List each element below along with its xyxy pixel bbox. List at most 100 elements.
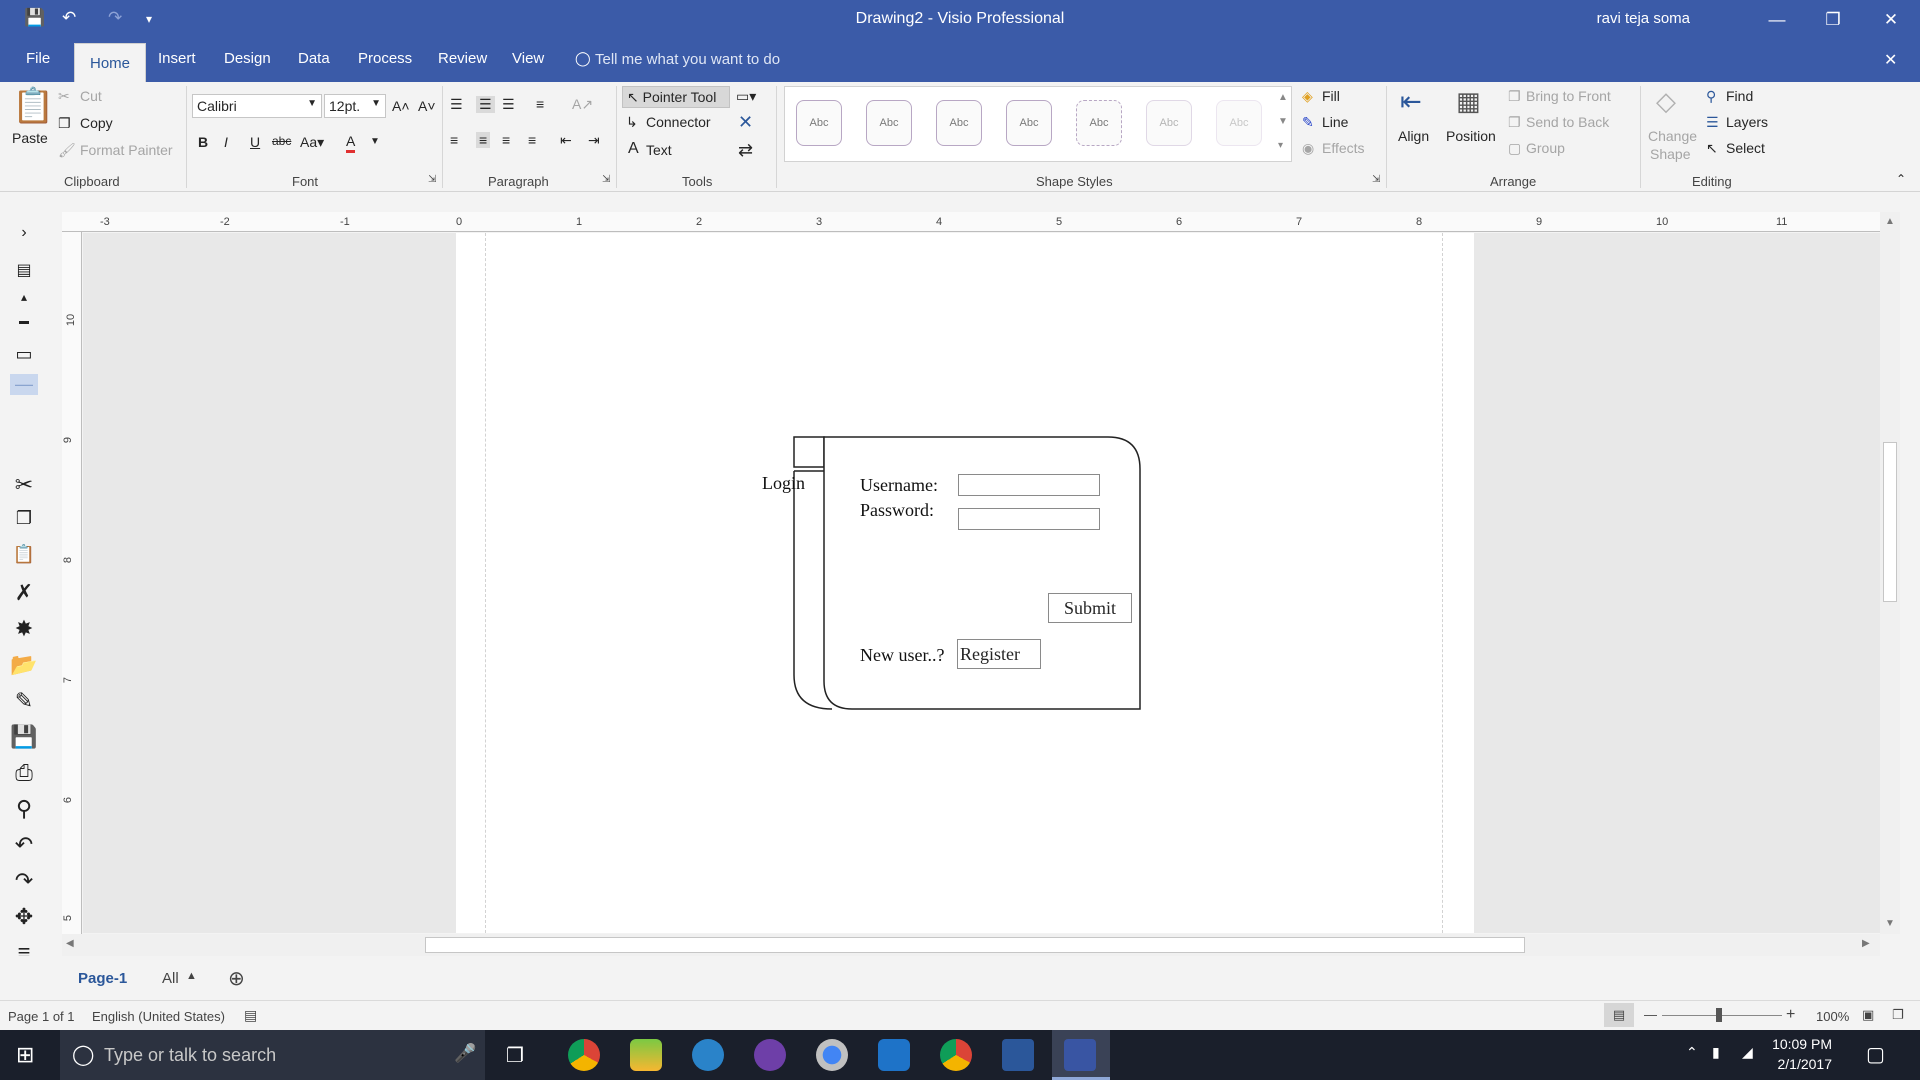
password-input[interactable]	[958, 508, 1100, 530]
align-bottom-icon[interactable]: ☰	[502, 96, 515, 113]
font-size-select[interactable]: 12pt. ▼	[324, 94, 386, 118]
group-icon[interactable]: ▢	[1508, 140, 1521, 157]
align-top-icon[interactable]: ☰	[450, 96, 463, 113]
wifi-icon[interactable]: ◢	[1742, 1044, 1753, 1061]
rstudio-icon[interactable]	[692, 1039, 724, 1071]
show-hidden-icons[interactable]: ⌃	[1686, 1044, 1698, 1061]
register-button[interactable]: Register	[957, 639, 1041, 669]
text-tool-button[interactable]: Text	[646, 142, 672, 158]
macro-record-icon[interactable]: ▤	[244, 1007, 257, 1024]
collapse-ribbon-icon[interactable]: ⌃	[1896, 172, 1906, 186]
restore-button[interactable]: ❐	[1810, 6, 1856, 34]
dialog-launcher-icon[interactable]: ⇲	[428, 174, 436, 185]
fit-page-icon[interactable]: ▣	[1862, 1007, 1874, 1023]
scroll-up-icon[interactable]: ▲	[1885, 216, 1895, 227]
chevron-down-icon[interactable]: ▼	[370, 136, 380, 147]
align-center-icon[interactable]: ≡	[476, 132, 491, 148]
tab-view[interactable]: View	[512, 50, 544, 67]
strikethrough-icon[interactable]: abc	[272, 134, 291, 148]
select-button[interactable]: Select	[1726, 140, 1765, 156]
vertical-scroll-thumb[interactable]	[1883, 442, 1897, 602]
print-preview-icon[interactable]: ⚲	[10, 796, 38, 822]
tell-me-search[interactable]: Tell me what you want to do	[595, 51, 780, 68]
chrome-icon[interactable]	[940, 1039, 972, 1071]
shape-style-swatch[interactable]: Abc	[866, 100, 912, 146]
text-tool-icon[interactable]: A	[628, 140, 639, 158]
position-button[interactable]: Position	[1446, 128, 1496, 144]
fill-icon[interactable]: ◈	[1302, 88, 1313, 105]
send-to-back-button[interactable]: Send to Back	[1526, 114, 1609, 130]
align-left-icon[interactable]: ≡	[450, 132, 458, 148]
gallery-more-icon[interactable]: ▾	[1278, 140, 1283, 151]
align-button[interactable]: Align	[1398, 128, 1429, 144]
github-icon[interactable]	[754, 1039, 786, 1071]
shape-style-swatch[interactable]: Abc	[1216, 100, 1262, 146]
underline-icon[interactable]: U	[250, 134, 260, 150]
shape-style-swatch[interactable]: Abc	[1076, 100, 1122, 146]
burst-icon[interactable]: ✸	[10, 616, 38, 642]
windows-start-icon[interactable]: ⊞	[16, 1042, 34, 1068]
effects-button[interactable]: Effects	[1322, 140, 1365, 156]
battery-icon[interactable]: ▮	[1712, 1044, 1720, 1061]
justify-icon[interactable]: ≡	[528, 132, 536, 148]
connection-point-icon[interactable]: ✕	[738, 112, 753, 133]
shrink-font-icon[interactable]: A˅	[418, 98, 436, 114]
shape-style-swatch[interactable]: Abc	[1006, 100, 1052, 146]
taskbar-search[interactable]: ◯ Type or talk to search 🎤	[60, 1030, 485, 1080]
paste-icon[interactable]: 📋	[12, 86, 54, 126]
clock-time[interactable]: 10:09 PM	[1772, 1036, 1832, 1052]
line-button[interactable]: Line	[1322, 114, 1348, 130]
edit-icon[interactable]: ✎	[10, 688, 38, 714]
textbox-shape-icon[interactable]: ▭	[10, 344, 38, 365]
zoom-level[interactable]: 100%	[1816, 1009, 1849, 1024]
change-shape-icon[interactable]: ◇	[1656, 86, 1676, 117]
select-icon[interactable]: ↖	[1706, 140, 1718, 157]
layers-icon[interactable]: ☰	[1706, 114, 1719, 131]
close-button[interactable]: ✕	[1868, 6, 1914, 34]
submit-button[interactable]: Submit	[1048, 593, 1132, 623]
delete-icon[interactable]: ✗	[10, 580, 38, 606]
bring-to-front-icon[interactable]: ❐	[1508, 88, 1521, 105]
cut-icon[interactable]: ✂	[10, 472, 38, 498]
find-button[interactable]: Find	[1726, 88, 1753, 104]
rectangle-tool-icon[interactable]: ▭▾	[736, 88, 756, 105]
text-block-icon[interactable]: ⇄	[738, 140, 753, 161]
horizontal-scrollbar[interactable]: ◀ ▶	[62, 934, 1880, 956]
layers-button[interactable]: Layers	[1726, 114, 1768, 130]
minimize-button[interactable]: —	[1754, 6, 1800, 34]
line-shape-icon[interactable]: —	[10, 374, 38, 395]
zoom-in-icon[interactable]: +	[1786, 1006, 1795, 1024]
change-shape-line2[interactable]: Shape	[1650, 146, 1690, 162]
scroll-left-icon[interactable]: ◀	[66, 938, 74, 949]
cut-button[interactable]: Cut	[80, 88, 102, 104]
open-folder-icon[interactable]: 📂	[10, 652, 38, 678]
bullets-icon[interactable]: ≡	[536, 96, 544, 112]
tab-design[interactable]: Design	[224, 50, 271, 67]
shape-style-swatch[interactable]: Abc	[1146, 100, 1192, 146]
bring-to-front-button[interactable]: Bring to Front	[1526, 88, 1611, 104]
chevron-up-icon[interactable]: ▲	[186, 970, 197, 982]
stencil-icon[interactable]: ▤	[10, 260, 38, 280]
zoom-slider-track[interactable]	[1662, 1015, 1782, 1016]
save-icon[interactable]: 💾	[10, 724, 38, 750]
fill-button[interactable]: Fill	[1322, 88, 1340, 104]
grow-font-icon[interactable]: A˄	[392, 98, 410, 114]
language-status[interactable]: English (United States)	[92, 1009, 225, 1024]
group-button[interactable]: Group	[1526, 140, 1565, 156]
cut-icon[interactable]: ✂	[58, 88, 70, 105]
drawing-canvas[interactable]: Login Username: Password: Submit New use…	[83, 233, 1880, 933]
gallery-down-icon[interactable]: ▼	[1278, 116, 1288, 127]
pointer-tool-button[interactable]: ↖ Pointer Tool	[622, 86, 730, 108]
font-color-icon[interactable]: A	[346, 132, 356, 153]
vertical-scrollbar[interactable]: ▲ ▼	[1880, 212, 1900, 934]
italic-icon[interactable]: I	[224, 134, 228, 150]
copy-icon[interactable]: ❐	[58, 115, 71, 132]
undo-icon[interactable]: ↶	[10, 832, 38, 858]
dialog-launcher-icon[interactable]: ⇲	[1372, 174, 1380, 185]
user-name[interactable]: ravi teja soma	[1597, 10, 1690, 27]
presentation-mode-icon[interactable]: ▤	[1604, 1003, 1634, 1027]
tab-process[interactable]: Process	[358, 50, 412, 67]
copy-icon[interactable]: ❐	[10, 508, 38, 529]
font-name-select[interactable]: Calibri ▼	[192, 94, 322, 118]
bold-icon[interactable]: B	[198, 134, 208, 150]
